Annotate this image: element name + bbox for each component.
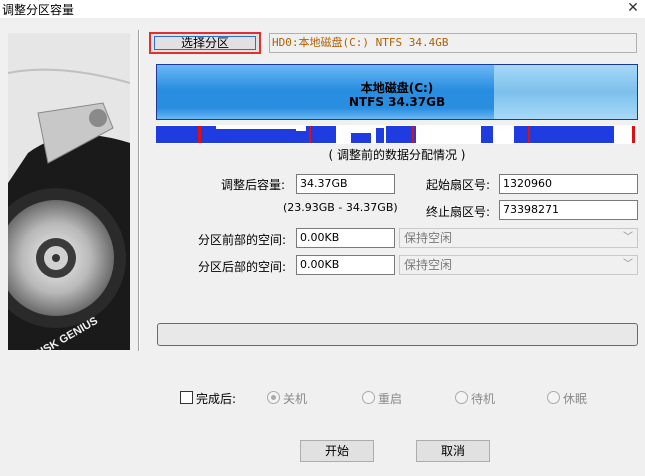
progress-bar [157,323,638,346]
window-title: 调整分区容量 [2,3,75,17]
space-after-select[interactable]: 保持空闲 ﹀ [399,255,638,275]
space-before-option: 保持空闲 [404,231,453,245]
radio-standby-label: 待机 [471,392,496,406]
select-partition-button[interactable]: 选择分区 [149,32,261,54]
new-size-label: 调整后容量: [221,178,286,192]
start-sector-label: 起始扇区号: [426,178,491,192]
start-button[interactable]: 开始 [300,440,374,462]
disk-illustration: DISK GENIUS [8,33,130,350]
data-distribution-map [156,125,638,144]
radio-shutdown[interactable] [267,391,280,404]
size-range-hint: (23.93GB - 34.37GB) [283,201,398,214]
vertical-separator [138,30,140,351]
end-sector-label: 终止扇区号: [426,205,491,219]
start-sector-input[interactable]: 1320960 [499,174,638,194]
title-bar: 调整分区容量 ✕ [0,0,645,18]
partition-detail: NTFS 34.37GB [348,95,446,109]
radio-standby[interactable] [455,391,468,404]
after-completion-label: 完成后: [196,392,237,406]
end-sector-input[interactable]: 73398271 [499,200,638,220]
cancel-button[interactable]: 取消 [416,440,490,462]
space-before-select[interactable]: 保持空闲 ﹀ [399,228,638,248]
radio-hibernate[interactable] [547,391,560,404]
partition-bar[interactable]: 本地磁盘(C:) NTFS 34.37GB [156,64,638,120]
select-partition-label: 选择分区 [180,36,229,50]
radio-shutdown-label: 关机 [283,392,308,406]
data-map-graphic [156,126,635,143]
hard-disk-image: DISK GENIUS [8,33,130,350]
radio-hibernate-label: 休眠 [563,392,588,406]
close-icon[interactable]: ✕ [625,0,641,16]
chevron-down-icon: ﹀ [623,232,633,243]
partition-name: 本地磁盘(C:) [360,81,434,95]
after-completion-checkbox[interactable] [180,391,193,404]
space-before-input[interactable]: 0.00KB [296,228,395,248]
chevron-down-icon: ﹀ [623,259,633,270]
map-caption: ( 调整前的数据分配情况 ) [328,148,466,162]
new-size-input[interactable]: 34.37GB [296,174,395,194]
space-before-label: 分区前部的空间: [198,233,287,247]
space-after-label: 分区后部的空间: [198,260,287,274]
partition-info-field: HD0:本地磁盘(C:) NTFS 34.4GB [269,33,637,53]
radio-restart-label: 重启 [378,392,403,406]
space-after-input[interactable]: 0.00KB [296,255,395,275]
radio-restart[interactable] [362,391,375,404]
space-after-option: 保持空闲 [404,258,453,272]
